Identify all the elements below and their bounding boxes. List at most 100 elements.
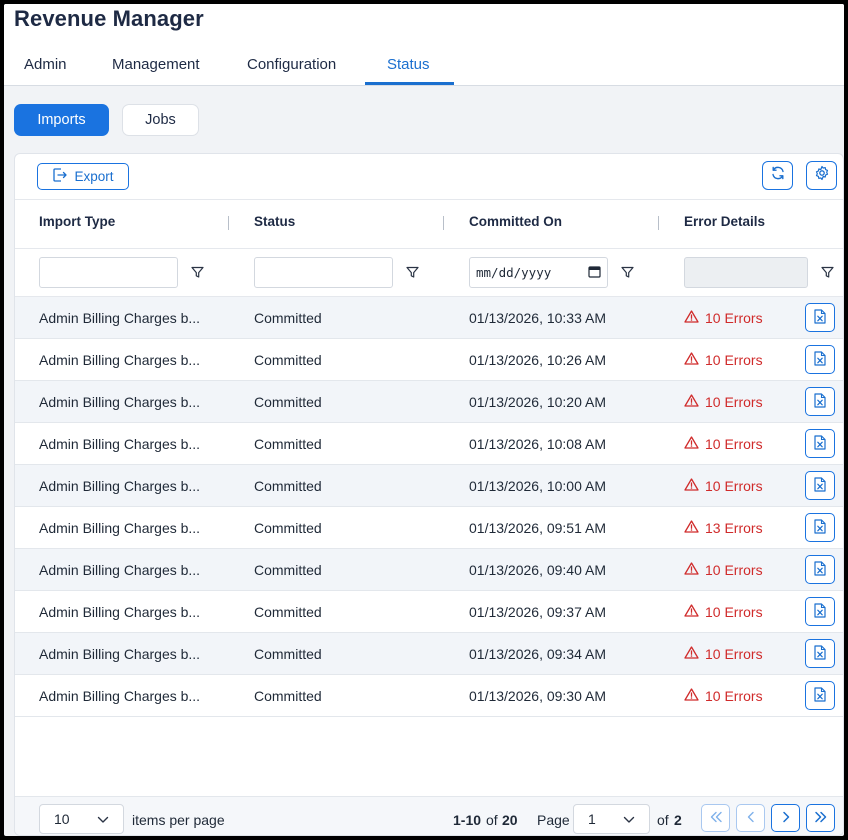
import-type-cell: Admin Billing Charges b... [39, 393, 201, 410]
error-count: 10 Errors [705, 687, 763, 704]
error-count: 13 Errors [705, 519, 763, 536]
error-details-link[interactable]: 10 Errors [684, 465, 763, 506]
error-details-link[interactable]: 10 Errors [684, 675, 763, 716]
tab-status[interactable]: Status [387, 56, 430, 73]
refresh-button[interactable] [762, 161, 793, 190]
error-count: 10 Errors [705, 393, 763, 410]
page-size-select[interactable]: 10 [39, 804, 124, 834]
previous-page-button[interactable] [736, 804, 765, 832]
committed-on-cell: 01/13/2026, 10:20 AM [469, 393, 606, 410]
tab-configuration[interactable]: Configuration [247, 56, 336, 73]
import-type-filter-input[interactable] [39, 257, 178, 288]
table-row[interactable]: Admin Billing Charges b... Committed 01/13… [15, 423, 843, 465]
app-window: Revenue Manager Admin Management Configu… [4, 4, 844, 836]
range-label: 1-10 [453, 812, 482, 828]
committed-on-cell: 01/13/2026, 09:34 AM [469, 645, 606, 662]
page-number-select[interactable]: 1 [573, 804, 650, 834]
column-resizer[interactable] [443, 216, 444, 230]
error-details-link[interactable]: 10 Errors [684, 297, 763, 338]
table-row[interactable]: Admin Billing Charges b... Committed 01/13… [15, 591, 843, 633]
error-details-link[interactable]: 10 Errors [684, 633, 763, 674]
committed-on-cell: 01/13/2026, 09:51 AM [469, 519, 606, 536]
error-count: 10 Errors [705, 603, 763, 620]
column-header-status[interactable]: Status [254, 214, 295, 229]
download-errors-button[interactable] [805, 639, 835, 668]
error-count: 10 Errors [705, 477, 763, 494]
tab-admin[interactable]: Admin [24, 56, 67, 73]
status-cell: Committed [254, 477, 322, 494]
column-header-import-type[interactable]: Import Type [39, 214, 115, 229]
settings-button[interactable] [806, 161, 837, 190]
error-details-filter-button[interactable] [821, 266, 834, 284]
committed-on-date-filter[interactable]: mm/dd/yyyy [469, 257, 608, 288]
status-cell: Committed [254, 603, 322, 620]
import-type-cell: Admin Billing Charges b... [39, 561, 201, 578]
header-row-divider [15, 248, 843, 249]
excel-file-icon [814, 686, 826, 705]
committed-on-filter-button[interactable] [621, 266, 634, 284]
download-errors-button[interactable] [805, 345, 835, 374]
excel-file-icon [814, 560, 826, 579]
table-row[interactable]: Admin Billing Charges b... Committed 01/13… [15, 339, 843, 381]
download-errors-button[interactable] [805, 513, 835, 542]
error-details-link[interactable]: 10 Errors [684, 549, 763, 590]
import-type-cell: Admin Billing Charges b... [39, 645, 201, 662]
gear-icon [814, 165, 830, 186]
download-errors-button[interactable] [805, 387, 835, 416]
table-row[interactable]: Admin Billing Charges b... Committed 01/13… [15, 297, 843, 339]
last-page-button[interactable] [806, 804, 835, 832]
table-row[interactable]: Admin Billing Charges b... Committed 01/13… [15, 507, 843, 549]
table-row[interactable]: Admin Billing Charges b... Committed 01/13… [15, 465, 843, 507]
error-details-link[interactable]: 10 Errors [684, 591, 763, 632]
import-type-filter-button[interactable] [191, 266, 204, 284]
status-cell: Committed [254, 393, 322, 410]
total-pages: 2 [674, 812, 682, 828]
imports-button[interactable]: Imports [14, 104, 109, 136]
status-cell: Committed [254, 309, 322, 326]
jobs-button[interactable]: Jobs [122, 104, 199, 136]
page-label: Page [537, 812, 570, 828]
committed-on-cell: 01/13/2026, 10:26 AM [469, 351, 606, 368]
page-of-label: of [657, 812, 669, 828]
import-type-cell: Admin Billing Charges b... [39, 477, 201, 494]
error-details-link[interactable]: 10 Errors [684, 423, 763, 464]
committed-on-cell: 01/13/2026, 10:08 AM [469, 435, 606, 452]
download-errors-button[interactable] [805, 555, 835, 584]
excel-file-icon [814, 602, 826, 621]
committed-on-cell: 01/13/2026, 10:33 AM [469, 309, 606, 326]
status-cell: Committed [254, 519, 322, 536]
table-row[interactable]: Admin Billing Charges b... Committed 01/13… [15, 381, 843, 423]
column-resizer[interactable] [658, 216, 659, 230]
column-header-error-details[interactable]: Error Details [684, 214, 765, 229]
download-errors-button[interactable] [805, 681, 835, 710]
first-page-button[interactable] [701, 804, 730, 832]
toolbar-divider [15, 199, 843, 200]
column-header-committed-on[interactable]: Committed On [469, 214, 562, 229]
download-errors-button[interactable] [805, 303, 835, 332]
table-row[interactable]: Admin Billing Charges b... Committed 01/13… [15, 633, 843, 675]
download-errors-button[interactable] [805, 597, 835, 626]
table-row[interactable]: Admin Billing Charges b... Committed 01/13… [15, 675, 843, 717]
export-button[interactable]: Export [37, 163, 129, 190]
error-details-filter-input [684, 257, 808, 288]
column-resizer[interactable] [228, 216, 229, 230]
table-row[interactable]: Admin Billing Charges b... Committed 01/13… [15, 549, 843, 591]
error-details-link[interactable]: 13 Errors [684, 507, 763, 548]
committed-on-cell: 01/13/2026, 10:00 AM [469, 477, 606, 494]
calendar-icon[interactable] [588, 265, 601, 281]
error-count: 10 Errors [705, 561, 763, 578]
status-filter-input[interactable] [254, 257, 393, 288]
next-page-button[interactable] [771, 804, 800, 832]
error-details-link[interactable]: 10 Errors [684, 381, 763, 422]
chevron-left-icon [746, 810, 756, 826]
header-divider [4, 85, 844, 86]
download-errors-button[interactable] [805, 471, 835, 500]
tab-management[interactable]: Management [112, 56, 200, 73]
warning-triangle-icon [684, 351, 699, 368]
error-details-link[interactable]: 10 Errors [684, 339, 763, 380]
download-errors-button[interactable] [805, 429, 835, 458]
imports-grid-panel: Export Import Type Status Committed On E… [14, 153, 844, 836]
status-filter-button[interactable] [406, 266, 419, 284]
chevron-right-icon [781, 810, 791, 826]
warning-triangle-icon [684, 393, 699, 410]
